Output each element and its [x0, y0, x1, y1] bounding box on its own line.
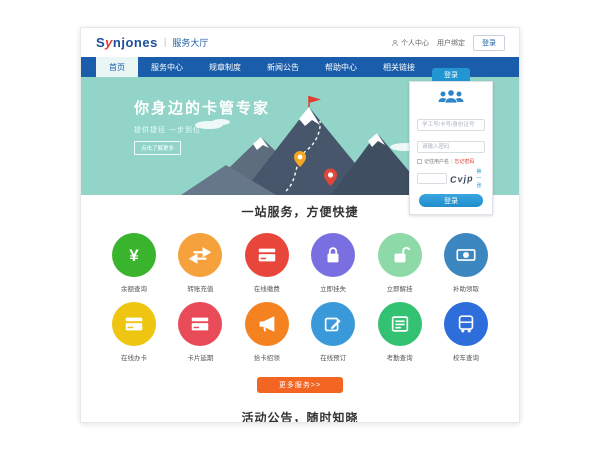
- service-label: 在线缴费: [241, 283, 293, 293]
- service-circle-5: [444, 233, 488, 277]
- services-row-2: 在线办卡 卡片延期 拾卡招领 在线预订: [81, 302, 519, 362]
- login-options: 记住用户名 | 忘记密码: [417, 158, 485, 165]
- personal-center-link[interactable]: 个人中心: [391, 38, 429, 48]
- service-online-payment[interactable]: 在线缴费: [241, 233, 293, 293]
- bus-icon: [455, 313, 477, 335]
- captcha-row: Cvjp 换一张: [417, 168, 485, 189]
- login-panel: 登录 记住用户名 | 忘记密码 Cvjp 换一张: [409, 68, 493, 215]
- hero-cta-button[interactable]: 点击了解更多: [134, 141, 181, 155]
- service-label: 拾卡招领: [241, 352, 293, 362]
- logo-text: Synjones: [96, 35, 158, 50]
- service-school-bus-inquiry[interactable]: 校车查询: [440, 302, 492, 362]
- login-submit-button[interactable]: 登录: [419, 194, 483, 207]
- password-input[interactable]: [417, 141, 485, 153]
- list-icon: [389, 313, 411, 335]
- service-card-extension[interactable]: 卡片延期: [174, 302, 226, 362]
- remember-label: 记住用户名: [424, 158, 449, 165]
- nav-item-rules[interactable]: 规章制度: [196, 57, 254, 77]
- service-label: 立即挂失: [307, 283, 359, 293]
- service-found-card-claim[interactable]: 拾卡招领: [241, 302, 293, 362]
- page: Synjones | 服务大厅 个人中心 用户绑定 登录 首页 服务中心 规章制…: [80, 27, 520, 423]
- options-divider: |: [451, 159, 452, 165]
- user-icon: [391, 39, 399, 47]
- service-circle-2: [245, 233, 289, 277]
- nav-item-help-center[interactable]: 帮助中心: [312, 57, 370, 77]
- login-card: 记住用户名 | 忘记密码 Cvjp 换一张 登录: [409, 81, 493, 215]
- users-icon: [417, 89, 485, 109]
- hero-copy: 你身边的卡管专家 提供捷径 一步到位 点击了解更多: [134, 97, 270, 155]
- megaphone-icon: [256, 313, 278, 335]
- site-subtitle: 服务大厅: [172, 36, 208, 49]
- logo-accent: y: [105, 35, 113, 50]
- nav-item-home[interactable]: 首页: [96, 57, 138, 77]
- banknote-icon: [455, 244, 477, 266]
- service-circle-4: [378, 233, 422, 277]
- logo-divider: |: [164, 37, 167, 48]
- service-online-card-apply[interactable]: 在线办卡: [108, 302, 160, 362]
- service-subsidy-collect[interactable]: 补助领取: [440, 233, 492, 293]
- forgot-password-link[interactable]: 忘记密码: [454, 158, 474, 165]
- announcements-section: 活动公告，随时知晓 使用指南 最新公告 更多>> 使用指南 更多>>: [81, 409, 519, 423]
- edit-icon: [322, 313, 344, 335]
- nav-item-service-center[interactable]: 服务中心: [138, 57, 196, 77]
- header-links: 个人中心 用户绑定 登录: [391, 35, 505, 51]
- service-balance-inquiry[interactable]: ¥ 余额查询: [108, 233, 160, 293]
- service-label: 校车查询: [440, 352, 492, 362]
- captcha-image[interactable]: Cvjp: [450, 173, 474, 185]
- service-label: 卡片延期: [174, 352, 226, 362]
- service-label: 在线办卡: [108, 352, 160, 362]
- service-label: 转账充值: [174, 283, 226, 293]
- unlock-icon: [389, 244, 411, 266]
- yen-icon: ¥: [129, 247, 138, 264]
- remember-checkbox[interactable]: [417, 159, 422, 164]
- service-label: 在线预订: [307, 352, 359, 362]
- service-label: 补助领取: [440, 283, 492, 293]
- service-label: 余额查询: [108, 283, 160, 293]
- bank-card-icon: [123, 313, 145, 335]
- services-section: 一站服务，方便快捷 ¥ 余额查询 转账充值 在线缴费: [81, 195, 519, 393]
- service-online-booking[interactable]: 在线预订: [307, 302, 359, 362]
- service-circle-1: [178, 233, 222, 277]
- announcements-title: 活动公告，随时知晓: [81, 409, 519, 423]
- user-binding-link[interactable]: 用户绑定: [437, 38, 465, 48]
- lock-icon: [322, 244, 344, 266]
- top-header: Synjones | 服务大厅 个人中心 用户绑定 登录: [81, 28, 519, 57]
- captcha-input[interactable]: [417, 173, 447, 184]
- service-report-loss[interactable]: 立即挂失: [307, 233, 359, 293]
- service-circle-10: [378, 302, 422, 346]
- bank-card-icon: [256, 244, 278, 266]
- service-circle-9: [311, 302, 355, 346]
- service-circle-7: [178, 302, 222, 346]
- service-label: 考勤查询: [374, 352, 426, 362]
- nav-item-news[interactable]: 新闻公告: [254, 57, 312, 77]
- service-circle-3: [311, 233, 355, 277]
- services-row-1: ¥ 余额查询 转账充值 在线缴费 立即挂失: [81, 233, 519, 293]
- hero-title: 你身边的卡管专家: [134, 97, 270, 118]
- header-login-button[interactable]: 登录: [473, 35, 505, 51]
- service-circle-6: [112, 302, 156, 346]
- service-circle-8: [245, 302, 289, 346]
- service-label: 立即解挂: [374, 283, 426, 293]
- service-cancel-loss[interactable]: 立即解挂: [374, 233, 426, 293]
- more-services-button[interactable]: 更多服务>>: [257, 377, 343, 393]
- hero-subtitle: 提供捷径 一步到位: [134, 125, 270, 135]
- service-attendance-inquiry[interactable]: 考勤查询: [374, 302, 426, 362]
- username-input[interactable]: [417, 119, 485, 131]
- login-tab[interactable]: 登录: [432, 68, 470, 81]
- transfer-arrows-icon: [189, 244, 211, 266]
- service-circle-11: [444, 302, 488, 346]
- service-circle-0: ¥: [112, 233, 156, 277]
- logo[interactable]: Synjones | 服务大厅: [96, 35, 208, 50]
- captcha-refresh-link[interactable]: 换一张: [477, 168, 485, 189]
- service-transfer-recharge[interactable]: 转账充值: [174, 233, 226, 293]
- bank-card-icon: [189, 313, 211, 335]
